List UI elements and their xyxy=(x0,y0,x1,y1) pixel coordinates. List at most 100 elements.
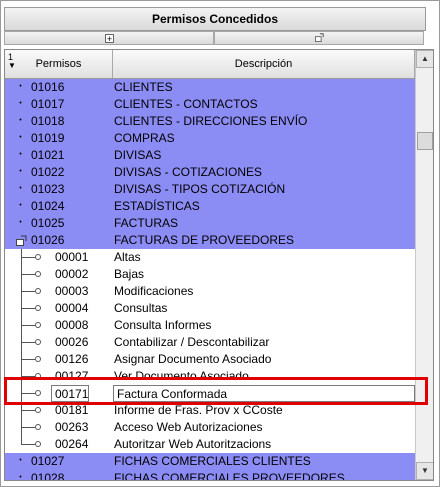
permission-code: 01016 xyxy=(31,80,65,94)
column-header-label: Descripción xyxy=(234,58,293,70)
leaf-node-icon xyxy=(35,441,41,447)
leaf-node-icon xyxy=(35,407,41,413)
permission-row[interactable]: • 01019 COMPRAS xyxy=(5,130,415,147)
permissions-panel: Permisos Concedidos + 1 ▼ Permisos Descr… xyxy=(0,0,440,487)
permission-row[interactable]: • 01017 CLIENTES - CONTACTOS xyxy=(5,96,415,113)
tree-branch xyxy=(21,444,35,445)
child-permission-row[interactable]: 00026 Contabilizar / Descontabilizar xyxy=(5,334,415,351)
permission-code: 01026 xyxy=(31,233,65,247)
expand-node-icon[interactable]: • xyxy=(17,202,24,210)
leaf-node-icon xyxy=(35,424,41,430)
permission-code: 01023 xyxy=(31,182,65,196)
expand-node-icon[interactable]: • xyxy=(17,185,24,193)
permission-code: 00008 xyxy=(55,318,89,332)
grid-rows: • 01016 CLIENTES • 01017 CLIENTES - CONTACTOS… xyxy=(5,79,415,481)
child-permission-row[interactable]: 00002 Bajas xyxy=(5,266,415,283)
scroll-down-button[interactable]: ▼ xyxy=(416,462,433,480)
permission-row[interactable]: • 01016 CLIENTES xyxy=(5,79,415,96)
child-permission-row[interactable]: 00171 Factura Conformada xyxy=(5,385,415,402)
permission-description: Consulta Informes xyxy=(114,318,212,332)
expand-node-icon[interactable]: • xyxy=(17,457,24,465)
permission-row[interactable]: • 01021 DIVISAS xyxy=(5,147,415,164)
permission-description: Informe de Fras. Prov x CCoste xyxy=(114,403,283,417)
collapse-all-button[interactable] xyxy=(214,31,424,45)
collapse-all-icon xyxy=(315,33,324,42)
scrollbar-thumb[interactable] xyxy=(417,132,433,150)
column-header-descripcion[interactable]: Descripción xyxy=(113,50,415,78)
child-permission-row[interactable]: 00127 Ver Documento Asociado xyxy=(5,368,415,385)
child-permission-row[interactable]: 00001 Altas xyxy=(5,249,415,266)
child-permission-row[interactable]: 00003 Modificaciones xyxy=(5,283,415,300)
expand-node-icon[interactable]: • xyxy=(17,219,24,227)
permission-description: Contabilizar / Descontabilizar xyxy=(114,335,270,349)
leaf-node-icon xyxy=(35,373,41,379)
permission-description: Autoritzar Web Autoritzacions xyxy=(114,437,272,451)
permission-description: CLIENTES xyxy=(114,80,173,94)
permission-row[interactable]: • 01024 ESTADÍSTICAS xyxy=(5,198,415,215)
leaf-node-icon xyxy=(35,288,41,294)
permission-code: 00026 xyxy=(55,335,89,349)
permission-description: DIVISAS xyxy=(114,148,162,162)
expand-node-icon[interactable]: • xyxy=(17,134,24,142)
permission-description: Modificaciones xyxy=(114,284,194,298)
permission-row[interactable]: • 01018 CLIENTES - DIRECCIONES ENVÍO xyxy=(5,113,415,130)
child-permission-row[interactable]: 00264 Autoritzar Web Autoritzacions xyxy=(5,436,415,453)
expand-all-button[interactable]: + xyxy=(4,31,214,45)
permission-description: FICHAS COMERCIALES CLIENTES xyxy=(114,454,311,468)
permission-code: 01022 xyxy=(31,165,65,179)
child-permission-row[interactable]: 00004 Consultas xyxy=(5,300,415,317)
tree-branch xyxy=(21,393,35,394)
permission-description: DIVISAS - TIPOS COTIZACIÓN xyxy=(114,182,286,196)
expand-node-icon[interactable]: • xyxy=(17,117,24,125)
column-header-permisos[interactable]: 1 ▼ Permisos xyxy=(5,50,113,78)
collapse-node-icon[interactable] xyxy=(16,235,27,246)
tree-branch xyxy=(21,376,35,377)
expand-node-icon[interactable]: • xyxy=(17,100,24,108)
leaf-node-icon xyxy=(35,271,41,277)
permission-code: 01028 xyxy=(31,471,65,481)
tree-branch xyxy=(21,359,35,360)
permission-description: Bajas xyxy=(114,267,145,281)
leaf-node-icon xyxy=(35,339,41,345)
grid-header: 1 ▼ Permisos Descripción xyxy=(5,50,415,79)
tree-branch xyxy=(21,325,35,326)
scroll-up-button[interactable]: ▲ xyxy=(416,50,433,68)
sort-arrow-icon: ▼ xyxy=(8,61,16,70)
permission-code: 00263 xyxy=(55,420,89,434)
expand-node-icon[interactable]: • xyxy=(17,83,24,91)
child-permission-row[interactable]: 00126 Asignar Documento Asociado xyxy=(5,351,415,368)
permission-code: 01017 xyxy=(31,97,65,111)
leaf-node-icon xyxy=(35,322,41,328)
permission-row[interactable]: • 01028 FICHAS COMERCIALES PROVEEDORES xyxy=(5,470,415,481)
permission-description: CLIENTES - CONTACTOS xyxy=(114,97,258,111)
child-permission-row[interactable]: 00008 Consulta Informes xyxy=(5,317,415,334)
permission-code: 00001 xyxy=(55,250,89,264)
permission-row[interactable]: • 01022 DIVISAS - COTIZACIONES xyxy=(5,164,415,181)
permission-row[interactable]: • 01025 FACTURAS xyxy=(5,215,415,232)
tree-branch xyxy=(21,427,35,428)
permissions-grid: 1 ▼ Permisos Descripción • 01016 CLIENTES •… xyxy=(4,49,434,481)
expand-node-icon[interactable]: • xyxy=(17,474,24,480)
permission-code: 01025 xyxy=(31,216,65,230)
expand-all-icon: + xyxy=(105,34,114,44)
permission-row[interactable]: 01026 FACTURAS DE PROVEEDORES xyxy=(5,232,415,249)
expand-node-icon[interactable]: • xyxy=(17,151,24,159)
permission-code: 00004 xyxy=(55,301,89,315)
permission-code: 01024 xyxy=(31,199,65,213)
child-permission-row[interactable]: 00263 Acceso Web Autorizaciones xyxy=(5,419,415,436)
permission-row[interactable]: • 01027 FICHAS COMERCIALES CLIENTES xyxy=(5,453,415,470)
leaf-node-icon xyxy=(35,356,41,362)
expand-node-icon[interactable]: • xyxy=(17,168,24,176)
tree-branch xyxy=(21,274,35,275)
permission-row[interactable]: • 01023 DIVISAS - TIPOS COTIZACIÓN xyxy=(5,181,415,198)
permission-code: 01027 xyxy=(31,454,65,468)
panel-title: Permisos Concedidos xyxy=(4,7,426,31)
permission-code: 00126 xyxy=(55,352,89,366)
vertical-scrollbar[interactable]: ▲ ▼ xyxy=(415,50,433,480)
leaf-node-icon xyxy=(35,390,41,396)
permission-code: 01018 xyxy=(31,114,65,128)
child-permission-row[interactable]: 00181 Informe de Fras. Prov x CCoste xyxy=(5,402,415,419)
permission-code: 00002 xyxy=(55,267,89,281)
permission-description: FICHAS COMERCIALES PROVEEDORES xyxy=(114,471,345,481)
permission-description: Ver Documento Asociado xyxy=(114,369,249,383)
